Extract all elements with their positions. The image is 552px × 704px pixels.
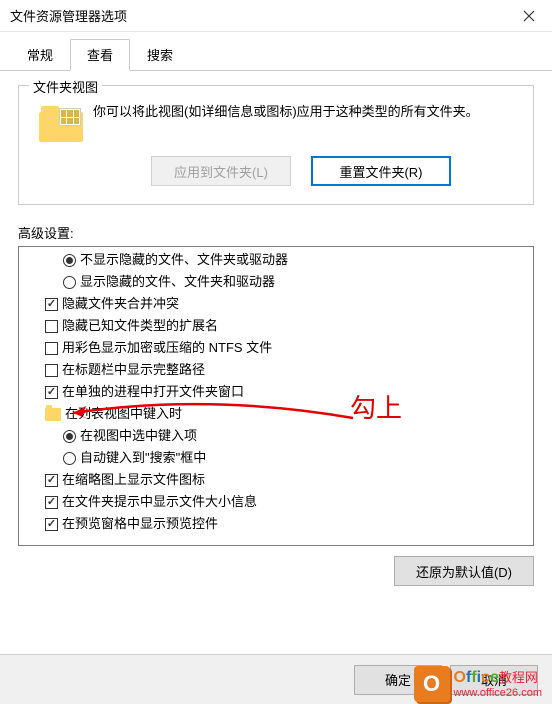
setting-label: 在单独的进程中打开文件夹窗口 <box>62 382 244 402</box>
setting-item[interactable]: 显示隐藏的文件、文件夹和驱动器 <box>23 271 529 293</box>
tab-view[interactable]: 查看 <box>70 39 130 71</box>
checkbox-control[interactable] <box>45 298 58 311</box>
office-logo-overlay: O Office教程网 www.office26.com <box>414 666 542 702</box>
close-button[interactable] <box>506 0 552 32</box>
folder-views-desc: 你可以将此视图(如详细信息或图标)应用于这种类型的所有文件夹。 <box>93 100 519 122</box>
setting-item[interactable]: 在标题栏中显示完整路径 <box>23 359 529 381</box>
reset-folders-button[interactable]: 重置文件夹(R) <box>311 156 451 186</box>
setting-item[interactable]: 用彩色显示加密或压缩的 NTFS 文件 <box>23 337 529 359</box>
setting-label: 用彩色显示加密或压缩的 NTFS 文件 <box>62 338 272 358</box>
radio-control[interactable] <box>63 430 76 443</box>
apply-to-folders-button: 应用到文件夹(L) <box>151 156 291 186</box>
folder-views-group: 文件夹视图 你可以将此视图(如详细信息或图标)应用于这种类型的所有文件夹。 应用… <box>18 85 534 205</box>
advanced-settings-label: 高级设置: <box>18 223 534 242</box>
group-title: 文件夹视图 <box>29 77 102 96</box>
folder-views-icon <box>39 104 83 142</box>
setting-item[interactable]: 不显示隐藏的文件、文件夹或驱动器 <box>23 249 529 271</box>
setting-item[interactable]: 隐藏文件夹合并冲突 <box>23 293 529 315</box>
setting-item[interactable]: 自动键入到"搜索"框中 <box>23 447 529 469</box>
tab-content: 文件夹视图 你可以将此视图(如详细信息或图标)应用于这种类型的所有文件夹。 应用… <box>0 71 552 596</box>
radio-control[interactable] <box>63 276 76 289</box>
checkbox-control[interactable] <box>45 320 58 333</box>
advanced-settings-panel[interactable]: 不显示隐藏的文件、文件夹或驱动器显示隐藏的文件、文件夹和驱动器隐藏文件夹合并冲突… <box>18 246 534 546</box>
setting-label: 显示隐藏的文件、文件夹和驱动器 <box>80 272 275 292</box>
setting-item[interactable]: 在预览窗格中显示预览控件 <box>23 513 529 535</box>
setting-item[interactable]: 在视图中选中键入项 <box>23 425 529 447</box>
checkbox-control[interactable] <box>45 342 58 355</box>
window-title: 文件资源管理器选项 <box>10 6 506 25</box>
checkbox-control[interactable] <box>45 518 58 531</box>
setting-item[interactable]: 在文件夹提示中显示文件大小信息 <box>23 491 529 513</box>
radio-control[interactable] <box>63 254 76 267</box>
setting-label: 隐藏已知文件类型的扩展名 <box>62 316 218 336</box>
setting-label: 在缩略图上显示文件图标 <box>62 470 205 490</box>
setting-label: 自动键入到"搜索"框中 <box>80 448 206 468</box>
checkbox-control[interactable] <box>45 474 58 487</box>
close-icon <box>523 10 535 22</box>
tab-strip: 常规 查看 搜索 <box>0 32 552 71</box>
setting-item[interactable]: 在单独的进程中打开文件夹窗口 <box>23 381 529 403</box>
checkbox-control[interactable] <box>45 496 58 509</box>
restore-defaults-button[interactable]: 还原为默认值(D) <box>394 556 534 586</box>
setting-label: 不显示隐藏的文件、文件夹或驱动器 <box>80 250 288 270</box>
setting-label: 在标题栏中显示完整路径 <box>62 360 205 380</box>
setting-label: 隐藏文件夹合并冲突 <box>62 294 179 314</box>
radio-control[interactable] <box>63 452 76 465</box>
setting-item[interactable]: 隐藏已知文件类型的扩展名 <box>23 315 529 337</box>
checkbox-control[interactable] <box>45 386 58 399</box>
setting-label: 在列表视图中键入时 <box>65 404 182 424</box>
folder-icon <box>45 408 61 421</box>
setting-item[interactable]: 在缩略图上显示文件图标 <box>23 469 529 491</box>
tab-search[interactable]: 搜索 <box>130 39 190 71</box>
title-bar: 文件资源管理器选项 <box>0 0 552 32</box>
setting-label: 在预览窗格中显示预览控件 <box>62 514 218 534</box>
office-logo-text: Office教程网 www.office26.com <box>454 669 542 699</box>
checkbox-control[interactable] <box>45 364 58 377</box>
tab-general[interactable]: 常规 <box>10 39 70 71</box>
setting-label: 在文件夹提示中显示文件大小信息 <box>62 492 257 512</box>
setting-label: 在视图中选中键入项 <box>80 426 197 446</box>
setting-item[interactable]: 在列表视图中键入时 <box>23 403 529 425</box>
office-logo-icon: O <box>414 666 450 702</box>
